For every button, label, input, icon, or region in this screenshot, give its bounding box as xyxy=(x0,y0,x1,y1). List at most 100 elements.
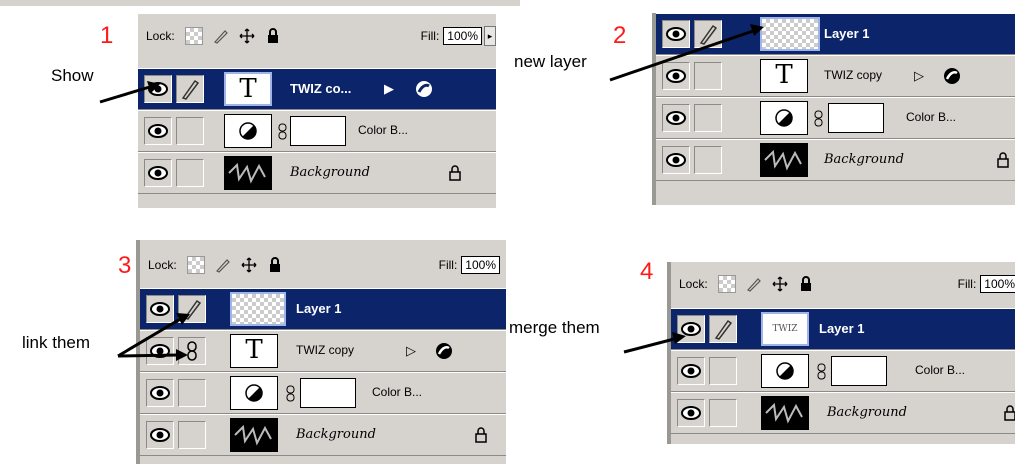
fill-input[interactable]: 100% xyxy=(461,256,500,274)
layer-row-colorb[interactable]: Color B... xyxy=(140,372,506,414)
brush-link-icon[interactable] xyxy=(178,295,206,323)
layer-row-colorb[interactable]: Color B... xyxy=(138,110,496,152)
layers-panel-step2: Layer 1 T TWIZ copy ▷ Color B... Backgro… xyxy=(652,13,1015,205)
layer-style-icon[interactable] xyxy=(942,66,962,89)
background-thumbnail xyxy=(761,396,809,430)
layer-mask-thumbnail xyxy=(300,378,356,408)
layer-name-twiz: TWIZ co... xyxy=(290,81,352,96)
lock-bar: Lock: Fill: 100% ▸ xyxy=(138,14,496,58)
link-slot[interactable] xyxy=(709,399,737,427)
lock-icon xyxy=(1003,405,1015,424)
eye-icon[interactable] xyxy=(146,337,174,365)
lock-brush-icon[interactable] xyxy=(213,28,229,44)
lock-move-icon[interactable] xyxy=(239,28,255,44)
chain-icon xyxy=(817,363,826,380)
lock-icon xyxy=(474,427,488,446)
adjustment-thumbnail xyxy=(224,114,272,148)
lock-icon xyxy=(996,152,1010,171)
eye-icon[interactable] xyxy=(146,421,174,449)
lock-brush-icon[interactable] xyxy=(746,276,762,292)
layer-row-background[interactable]: Background xyxy=(138,152,496,194)
eye-icon[interactable] xyxy=(146,295,174,323)
eye-icon[interactable] xyxy=(144,159,172,187)
type-layer-thumbnail: T xyxy=(230,334,278,368)
layer-name-colorb: Color B... xyxy=(372,385,423,399)
layer-row-twiz[interactable]: T TWIZ co... ▶ xyxy=(138,68,496,110)
layer-row-twiz[interactable]: T TWIZ copy ▷ xyxy=(656,55,1015,97)
lock-transparency-icon[interactable] xyxy=(184,27,203,45)
merged-layer-thumbnail: TWIZ xyxy=(761,312,809,346)
eye-icon[interactable] xyxy=(144,75,172,103)
brush-link-icon[interactable] xyxy=(694,20,722,48)
brush-link-icon[interactable] xyxy=(709,315,737,343)
step-number-4: 4 xyxy=(640,258,654,285)
layer-row-layer1-merged[interactable]: TWIZ Layer 1 xyxy=(671,308,1015,350)
link-slot[interactable] xyxy=(176,159,204,187)
fill-input[interactable]: 100% xyxy=(443,27,482,45)
adjustment-thumbnail xyxy=(760,101,808,135)
eye-icon[interactable] xyxy=(677,357,705,385)
link-slot[interactable] xyxy=(176,117,204,145)
layer-style-icon[interactable] xyxy=(434,341,454,364)
eye-icon[interactable] xyxy=(144,117,172,145)
layer-row-background[interactable]: Background xyxy=(671,392,1015,434)
layer-mask-thumbnail xyxy=(828,103,884,133)
chain-link-icon[interactable] xyxy=(178,337,206,365)
annotation-new-layer: new layer xyxy=(514,52,587,71)
lock-label: Lock: xyxy=(679,277,708,291)
annotation-link-them: link them xyxy=(22,333,91,352)
layer-row-colorb[interactable]: Color B... xyxy=(656,97,1015,139)
layer-row-background[interactable]: Background xyxy=(656,139,1015,181)
layer-name-colorb: Color B... xyxy=(906,110,957,124)
adjustment-thumbnail xyxy=(230,376,278,410)
fill-label: Fill: xyxy=(957,277,977,291)
fill-label: Fill: xyxy=(438,258,458,272)
lock-all-icon[interactable] xyxy=(267,257,283,273)
layer-name-layer1: Layer 1 xyxy=(819,321,865,336)
chain-icon xyxy=(278,123,287,140)
eye-icon[interactable] xyxy=(662,146,690,174)
layers-panel-step3: Lock: Fill: 100% Layer 1 T TWIZ copy ▷ C… xyxy=(136,240,506,464)
eye-icon[interactable] xyxy=(677,315,705,343)
link-slot[interactable] xyxy=(178,379,206,407)
layer-name-layer1: Layer 1 xyxy=(824,26,870,41)
layer-name-background: Background xyxy=(296,427,376,442)
lock-move-icon[interactable] xyxy=(772,276,788,292)
layer-row-twiz[interactable]: T TWIZ copy ▷ xyxy=(140,330,506,372)
layer-row-layer1[interactable]: Layer 1 xyxy=(656,13,1015,55)
fill-input[interactable]: 100% xyxy=(980,275,1015,293)
lock-transparency-icon[interactable] xyxy=(717,275,736,293)
layer-row-colorb[interactable]: Color B... xyxy=(671,350,1015,392)
lock-bar: Lock: Fill: 100% xyxy=(140,240,506,290)
effects-expand-icon[interactable]: ▷ xyxy=(914,68,924,84)
lock-all-icon[interactable] xyxy=(798,276,814,292)
eye-icon[interactable] xyxy=(146,379,174,407)
eye-icon[interactable] xyxy=(677,399,705,427)
eye-icon[interactable] xyxy=(662,20,690,48)
link-slot[interactable] xyxy=(178,421,206,449)
lock-transparency-icon[interactable] xyxy=(186,256,205,274)
eye-icon[interactable] xyxy=(662,104,690,132)
effects-expand-icon[interactable]: ▶ xyxy=(384,81,394,97)
link-slot[interactable] xyxy=(694,62,722,90)
eye-icon[interactable] xyxy=(662,62,690,90)
layer-name-background: Background xyxy=(290,165,370,180)
link-slot[interactable] xyxy=(694,146,722,174)
lock-all-icon[interactable] xyxy=(265,28,281,44)
layer-name-colorb: Color B... xyxy=(915,363,966,377)
top-cropped-strip xyxy=(0,0,520,6)
layer-row-background[interactable]: Background xyxy=(140,414,506,456)
link-slot[interactable] xyxy=(709,357,737,385)
effects-expand-icon[interactable]: ▷ xyxy=(406,343,416,359)
layer-style-icon[interactable] xyxy=(414,79,434,102)
brush-link-icon[interactable] xyxy=(176,75,204,103)
layer1-thumbnail xyxy=(760,17,820,51)
lock-move-icon[interactable] xyxy=(241,257,257,273)
type-layer-thumbnail: T xyxy=(224,72,272,106)
layers-panel-step1: Lock: Fill: 100% ▸ T TWIZ co... ▶ Color … xyxy=(138,14,496,208)
layer-name-colorb: Color B... xyxy=(358,123,409,137)
link-slot[interactable] xyxy=(694,104,722,132)
lock-brush-icon[interactable] xyxy=(215,257,231,273)
fill-dropdown-arrow[interactable]: ▸ xyxy=(484,26,496,46)
layer-row-layer1[interactable]: Layer 1 xyxy=(140,288,506,330)
